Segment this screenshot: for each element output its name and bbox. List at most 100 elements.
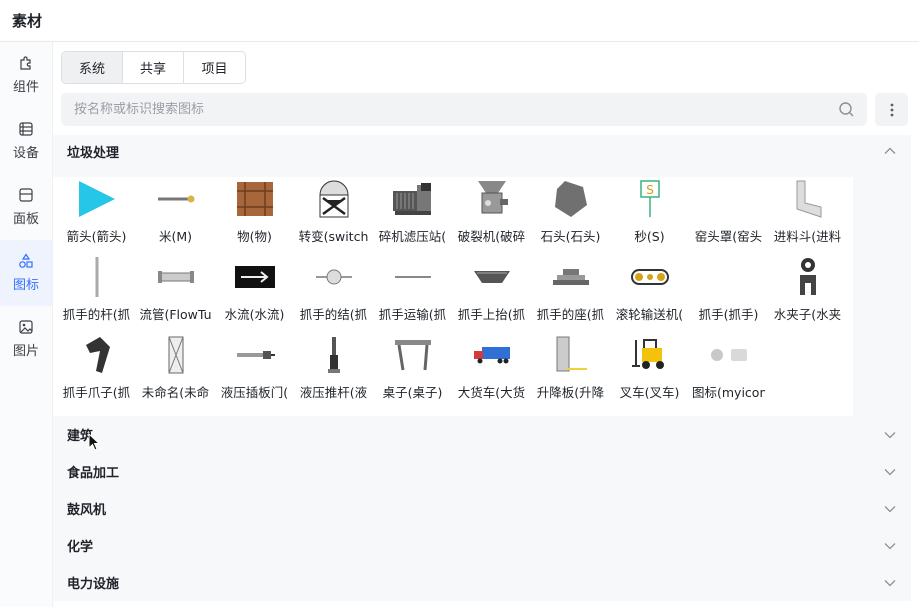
icon-tile[interactable]: S 秒(S) <box>610 177 689 255</box>
icon-tile[interactable]: 液压插板门( <box>215 333 294 411</box>
icon-tile[interactable]: 抓手的座(抓 <box>531 255 610 333</box>
icon-tile[interactable]: 水流(水流) <box>215 255 294 333</box>
main-content: 系统 共享 项目 垃圾处理 箭头(箭头) 米(M) 物(物) 转变(switch 碎机滤… <box>53 42 919 607</box>
tab-project[interactable]: 项目 <box>184 52 245 83</box>
more-options-button[interactable] <box>875 93 908 126</box>
grab-transport-icon <box>373 257 452 297</box>
sidebar-item-components[interactable]: 组件 <box>0 42 52 108</box>
materials-panel: 素材 组件 设备 面板 图标 图片 系统 共享 项目 按名称或标识搜索图标 垃圾… <box>0 0 919 607</box>
grab-knot-icon <box>294 257 373 297</box>
icon-tile-label: 抓手上抬(抓 <box>457 307 526 322</box>
s-sign-icon: S <box>610 179 689 219</box>
svg-text:S: S <box>646 183 654 197</box>
icon-tile[interactable]: 石头(石头) <box>531 177 610 255</box>
icon-tile[interactable]: 破裂机(破碎 <box>452 177 531 255</box>
kiln-hood-icon <box>689 179 768 219</box>
grab-rod-icon <box>57 257 136 297</box>
icon-tile-label: 米(M) <box>158 229 193 244</box>
section-waste-treatment: 垃圾处理 箭头(箭头) 米(M) 物(物) 转变(switch 碎机滤压站( 破裂机(破碎… <box>53 135 911 416</box>
icon-tile-label: 窑头罩(窑头 <box>694 229 763 244</box>
icon-tile[interactable]: 碎机滤压站( <box>373 177 452 255</box>
hydraulic-pushrod-icon <box>294 335 373 375</box>
icon-tile[interactable]: 进料斗(进料 <box>768 177 847 255</box>
window-title: 素材 <box>12 12 43 30</box>
icon-tile-label: 转变(switch <box>298 229 369 244</box>
sidebar-item-devices[interactable]: 设备 <box>0 108 52 174</box>
mouse-cursor-icon <box>88 433 100 451</box>
tab-system[interactable]: 系统 <box>62 52 123 83</box>
sidebar-item-panels[interactable]: 面板 <box>0 174 52 240</box>
icon-tile[interactable]: 大货车(大货 <box>452 333 531 411</box>
switch-icon <box>294 179 373 219</box>
lift-plate-icon <box>531 335 610 375</box>
sidebar-item-icons[interactable]: 图标 <box>0 240 52 306</box>
chevron-down-icon <box>884 431 896 438</box>
icon-tile[interactable]: 水夹子(水夹 <box>768 255 847 333</box>
arrow-icon <box>57 179 136 219</box>
icon-tile[interactable]: 抓手的杆(抓 <box>57 255 136 333</box>
water-clamp-icon <box>768 257 847 297</box>
icon-tile[interactable]: 转变(switch <box>294 177 373 255</box>
forklift-icon <box>610 335 689 375</box>
crate-icon <box>215 179 294 219</box>
icon-tile-label: 秒(S) <box>634 229 665 244</box>
section-blower[interactable]: 鼓风机 <box>53 490 911 527</box>
sidebar: 组件 设备 面板 图标 图片 <box>0 42 53 607</box>
icon-tile[interactable]: 滚轮输送机( <box>610 255 689 333</box>
icon-tile[interactable]: 未命名(未命 <box>136 333 215 411</box>
icon-tile[interactable]: 抓手(抓手) <box>689 255 768 333</box>
meter-icon <box>136 179 215 219</box>
roller-conveyor-icon <box>610 257 689 297</box>
icon-tile[interactable]: 物(物) <box>215 177 294 255</box>
section-chemistry[interactable]: 化学 <box>53 527 911 564</box>
icon-tile-label: 升降板(升降 <box>536 385 605 400</box>
sidebar-item-label: 设备 <box>12 146 39 161</box>
icon-tile-label: 叉车(叉车) <box>619 385 680 400</box>
search-icon[interactable] <box>838 101 855 118</box>
stone-icon <box>531 179 610 219</box>
section-power-facilities[interactable]: 电力设施 <box>53 564 911 601</box>
icon-tile-label: 抓手(抓手) <box>698 307 759 322</box>
sidebar-item-images[interactable]: 图片 <box>0 306 52 372</box>
icon-tile[interactable]: 箭头(箭头) <box>57 177 136 255</box>
filter-press-icon <box>373 179 452 219</box>
tab-shared[interactable]: 共享 <box>123 52 184 83</box>
icon-tile[interactable]: 桌子(桌子) <box>373 333 452 411</box>
icon-tile[interactable]: 升降板(升降 <box>531 333 610 411</box>
icon-tile[interactable]: 抓手的结(抓 <box>294 255 373 333</box>
icon-tile-label: 进料斗(进料 <box>773 229 842 244</box>
icon-tile[interactable]: 抓手爪子(抓 <box>57 333 136 411</box>
icon-tile-label: 抓手的结(抓 <box>299 307 368 322</box>
section-food-processing[interactable]: 食品加工 <box>53 453 911 490</box>
source-tabs: 系统 共享 项目 <box>61 51 246 84</box>
sidebar-item-label: 组件 <box>12 80 39 95</box>
chevron-down-icon <box>884 468 896 475</box>
search-input[interactable] <box>74 102 824 117</box>
truck-icon <box>452 335 531 375</box>
section-architecture[interactable]: 建筑 <box>53 416 911 453</box>
icon-tile-label: 破裂机(破碎 <box>457 229 526 244</box>
icon-tile[interactable]: 米(M) <box>136 177 215 255</box>
section-title: 食品加工 <box>67 466 120 481</box>
icon-tile-label: 桌子(桌子) <box>382 385 443 400</box>
icon-tile-label: 流管(FlowTu <box>139 307 212 322</box>
table-icon <box>373 335 452 375</box>
icon-tile[interactable]: 抓手上抬(抓 <box>452 255 531 333</box>
icon-tile[interactable]: 叉车(叉车) <box>610 333 689 411</box>
chevron-down-icon <box>884 579 896 586</box>
icon-grid: 箭头(箭头) 米(M) 物(物) 转变(switch 碎机滤压站( 破裂机(破碎 石头(石头… <box>53 177 853 416</box>
puzzle-icon <box>20 56 31 70</box>
icon-tile[interactable]: 图标(myicon <box>689 333 768 411</box>
icon-tile[interactable]: 窑头罩(窑头 <box>689 177 768 255</box>
icon-tile-label: 未命名(未命 <box>141 385 210 400</box>
icon-tile-label: 水流(水流) <box>224 307 285 322</box>
icon-tile[interactable]: 抓手运输(抓 <box>373 255 452 333</box>
grab-claw-icon <box>57 335 136 375</box>
icon-tile[interactable]: 液压推杆(液 <box>294 333 373 411</box>
section-header[interactable]: 垃圾处理 <box>53 135 911 167</box>
icon-tile[interactable]: 流管(FlowTu <box>136 255 215 333</box>
chevron-up-icon <box>884 147 896 154</box>
grab-icon <box>689 257 768 297</box>
icon-tile-label: 抓手的座(抓 <box>536 307 605 322</box>
section-title: 鼓风机 <box>67 503 107 518</box>
